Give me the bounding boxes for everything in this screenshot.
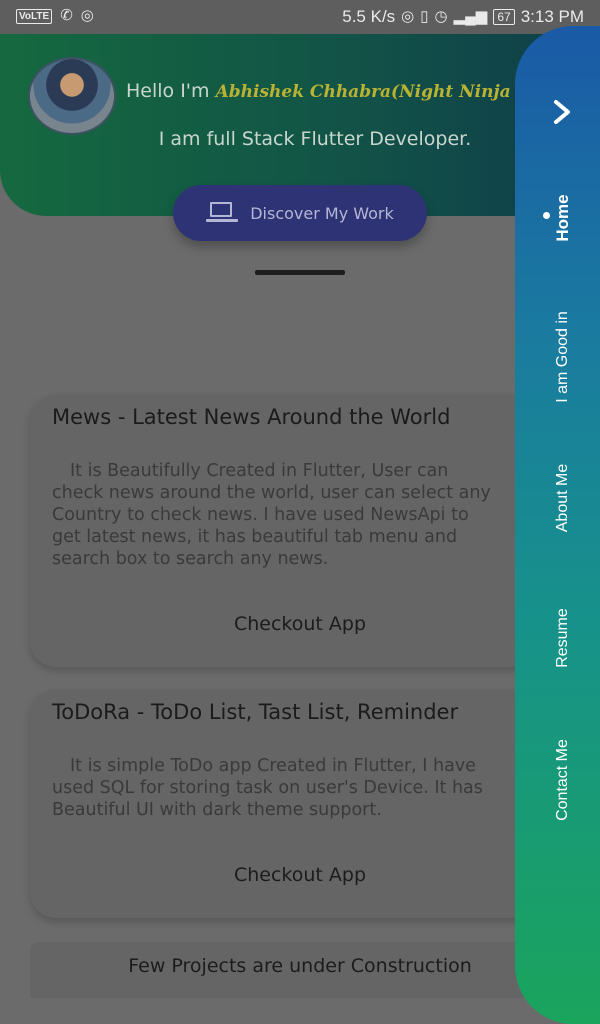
alarm-icon: ◷ xyxy=(434,8,448,25)
project-card-todora: ToDoRa - ToDo List, Tast List, Reminder … xyxy=(30,690,550,918)
nav-item-good-in[interactable]: I am Good in xyxy=(554,311,572,403)
battery-icon: 67 xyxy=(493,9,515,25)
nav-item-about-me[interactable]: About Me xyxy=(554,464,572,532)
active-indicator-dot xyxy=(543,212,550,219)
hotspot-status-icon: ◎ xyxy=(401,8,415,25)
checkout-app-button[interactable]: Checkout App xyxy=(30,613,570,635)
signal-icon: ▂▄▆ xyxy=(453,8,488,25)
section-divider xyxy=(255,270,345,275)
hotspot-icon: ◎ xyxy=(80,7,94,24)
discover-label: Discover My Work xyxy=(250,203,394,223)
network-speed: 5.5 K/s xyxy=(342,7,396,26)
developer-name: Abhishek Chhabra(Night Ninja xyxy=(215,82,511,102)
volte-icon: VoLTE xyxy=(16,8,53,24)
project-description: It is Beautifully Created in Flutter, Us… xyxy=(52,461,491,569)
project-title: Mews - Latest News Around the World xyxy=(52,405,451,429)
whatsapp-icon: ✆ xyxy=(60,7,73,24)
nav-item-resume[interactable]: Resume xyxy=(554,608,572,668)
status-right: 5.5 K/s ◎ ▯ ◷ ▂▄▆ 67 3:13 PM xyxy=(342,7,584,27)
discover-work-button[interactable]: Discover My Work xyxy=(173,185,427,241)
chevron-right-icon[interactable] xyxy=(550,96,574,128)
greeting: Hello I'm Abhishek Chhabra(Night Ninja xyxy=(126,80,511,102)
greeting-label: Hello I'm xyxy=(126,80,210,102)
checkout-app-button[interactable]: Checkout App xyxy=(30,864,570,886)
project-title: ToDoRa - ToDo List, Tast List, Reminder xyxy=(52,700,459,724)
under-construction-text: Few Projects are under Construction xyxy=(128,955,472,977)
nav-item-contact-me[interactable]: Contact Me xyxy=(554,739,572,821)
status-left-icons: VoLTE ✆ ◎ xyxy=(16,7,94,25)
avatar xyxy=(28,57,116,135)
project-card-mews: Mews - Latest News Around the World It i… xyxy=(30,395,550,667)
nav-item-home[interactable]: Home xyxy=(553,194,573,241)
laptop-icon xyxy=(206,202,239,224)
vibrate-icon: ▯ xyxy=(420,8,429,25)
project-description: It is simple ToDo app Created in Flutter… xyxy=(52,756,483,820)
tagline: I am full Stack Flutter Developer. xyxy=(158,128,472,150)
clock: 3:13 PM xyxy=(520,7,584,26)
status-bar: VoLTE ✆ ◎ 5.5 K/s ◎ ▯ ◷ ▂▄▆ 67 3:13 PM xyxy=(0,0,600,34)
